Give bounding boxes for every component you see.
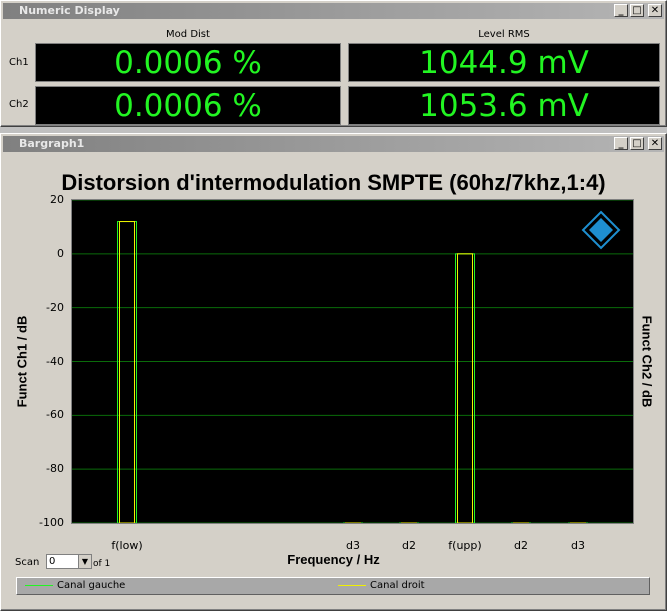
bar-ch1-3 xyxy=(455,253,475,523)
ch2-label: Ch2 xyxy=(9,99,29,110)
bargraph-title: Bargraph1 xyxy=(19,137,85,150)
close-button[interactable]: ✕ xyxy=(648,4,662,17)
x-tick-label: f(upp) xyxy=(448,539,482,552)
bar-ch1-0 xyxy=(117,221,137,523)
ch2-mod-dist-value: 0.0006 % xyxy=(35,86,341,125)
legend-item-left: Canal gauche xyxy=(25,580,125,591)
y-axis-label-left: Funct Ch1 / dB xyxy=(14,315,30,408)
bar-ch2-3 xyxy=(457,253,473,523)
ch1-level-rms-value: 1044.9 mV xyxy=(348,43,660,82)
chevron-down-icon[interactable]: ▼ xyxy=(78,555,91,568)
x-tick-label: f(low) xyxy=(111,539,143,552)
numeric-display-titlebar[interactable]: Numeric Display _ □ ✕ xyxy=(3,3,664,19)
numeric-display-window: Numeric Display _ □ ✕ Mod Dist Level RMS… xyxy=(0,0,667,127)
maximize-button[interactable]: □ xyxy=(630,137,644,150)
legend-label-left: Canal gauche xyxy=(57,580,126,591)
y-tick-label: -40 xyxy=(46,354,64,368)
mod-dist-header: Mod Dist xyxy=(166,29,210,40)
x-tick-label: d3 xyxy=(346,539,360,552)
chart-title: Distorsion d'intermodulation SMPTE (60hz… xyxy=(61,170,606,195)
y-axis-label-right: Funct Ch2 / dB xyxy=(639,315,655,408)
close-button[interactable]: ✕ xyxy=(648,137,662,150)
bar-ch2-0 xyxy=(119,221,135,523)
bargraph-titlebar[interactable]: Bargraph1 _ □ ✕ xyxy=(3,136,664,152)
x-tick-label: d3 xyxy=(571,539,585,552)
scan-select-value: 0 xyxy=(49,556,56,567)
scan-label: Scan xyxy=(15,557,40,568)
y-tick-label: -60 xyxy=(46,408,64,422)
y-tick-label: -20 xyxy=(46,300,64,314)
minimize-button[interactable]: _ xyxy=(614,4,628,17)
y-tick-label: 20 xyxy=(50,193,64,206)
legend: Canal gauche Canal droit xyxy=(16,577,650,595)
minimize-button[interactable]: _ xyxy=(614,137,628,150)
y-tick-label: -80 xyxy=(46,462,64,476)
legend-label-right: Canal droit xyxy=(370,580,425,591)
x-tick-label: d2 xyxy=(402,539,416,552)
legend-item-right: Canal droit xyxy=(338,580,425,591)
rohde-schwarz-logo-icon xyxy=(581,210,621,250)
ch2-level-rms-value: 1053.6 mV xyxy=(348,86,660,125)
plot-area xyxy=(71,199,634,524)
x-tick-label: d2 xyxy=(514,539,528,552)
y-tick-label: 0 xyxy=(57,246,64,260)
scan-of-label: of 1 xyxy=(93,559,111,569)
legend-swatch-yellow xyxy=(338,585,366,586)
maximize-button[interactable]: □ xyxy=(630,4,644,17)
y-tick-label: -100 xyxy=(39,516,64,529)
ch1-mod-dist-value: 0.0006 % xyxy=(35,43,341,82)
ch1-label: Ch1 xyxy=(9,57,29,68)
scan-select[interactable]: 0 ▼ xyxy=(46,554,92,569)
legend-swatch-green xyxy=(25,585,53,586)
numeric-display-title: Numeric Display xyxy=(19,4,120,17)
level-rms-header: Level RMS xyxy=(478,29,530,40)
bar-chart-svg xyxy=(72,200,633,523)
